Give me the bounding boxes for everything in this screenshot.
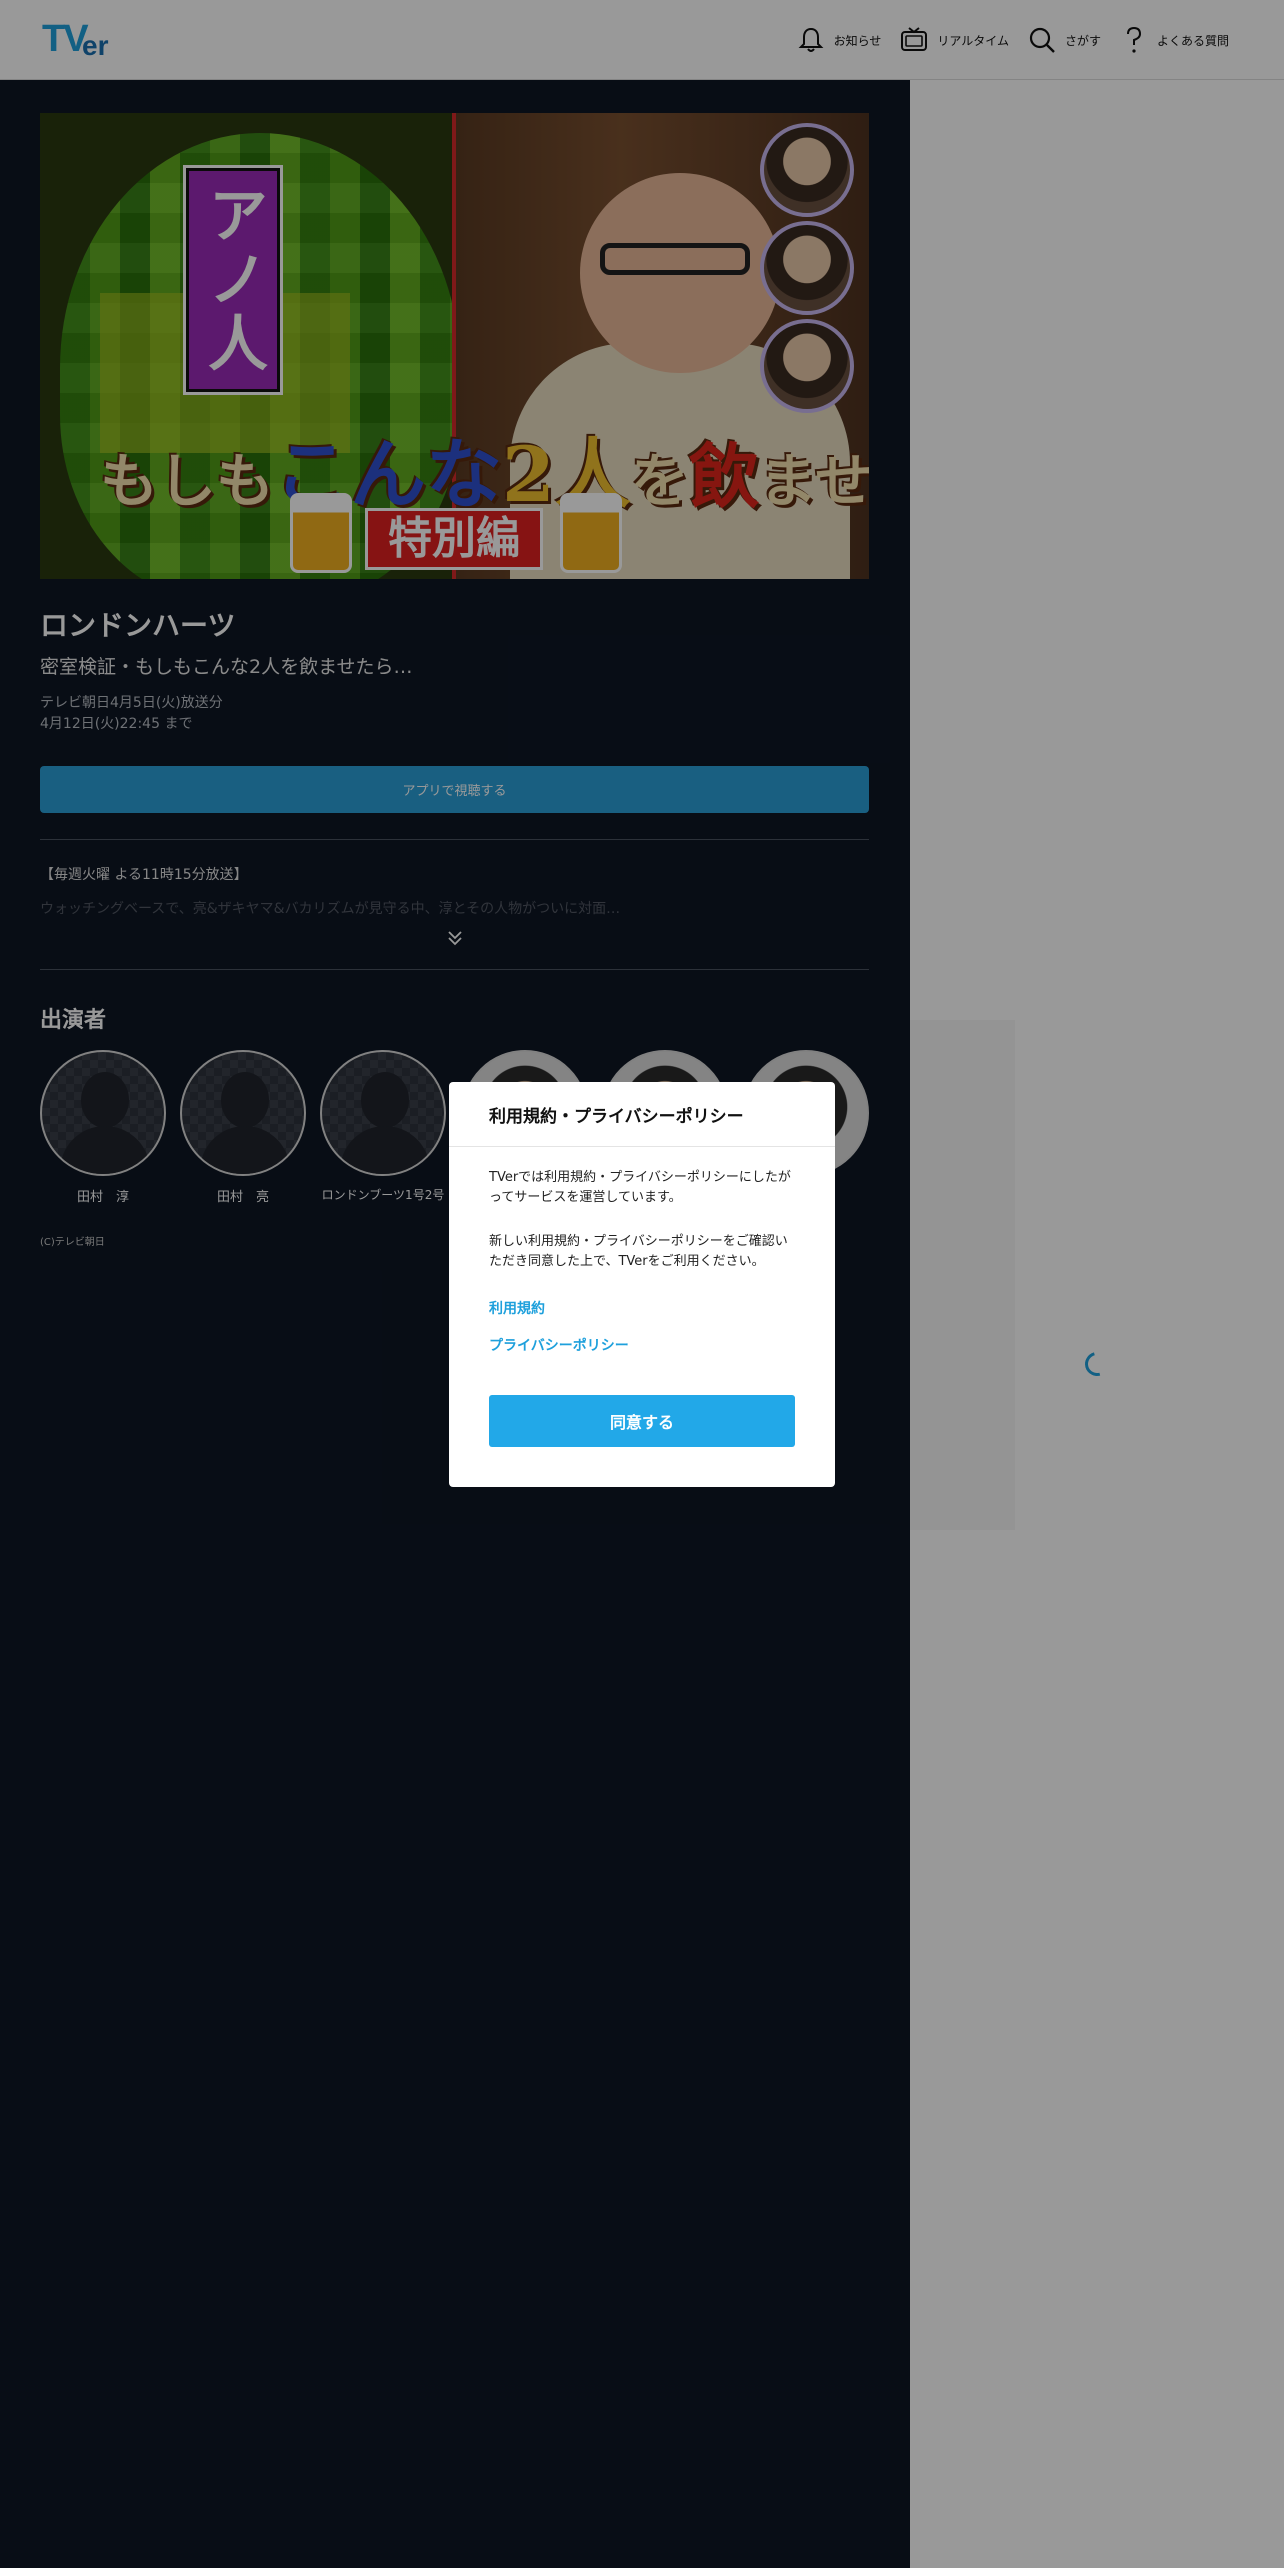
modal-divider — [449, 1146, 835, 1147]
privacy-policy-link[interactable]: プライバシーポリシー — [489, 1335, 629, 1355]
modal-text: TVerでは利用規約・プライバシーポリシーにしたがってサービスを運営しています。 — [489, 1170, 791, 1205]
agree-button[interactable]: 同意する — [489, 1395, 795, 1447]
terms-modal: 利用規約・プライバシーポリシー TVerでは利用規約・プライバシーポリシーにした… — [449, 1082, 835, 1487]
modal-title: 利用規約・プライバシーポリシー — [489, 1107, 744, 1127]
terms-link[interactable]: 利用規約 — [489, 1298, 545, 1318]
modal-text: 新しい利用規約・プライバシーポリシーをご確認いただき同意した上で、TVerをご利… — [489, 1234, 788, 1269]
